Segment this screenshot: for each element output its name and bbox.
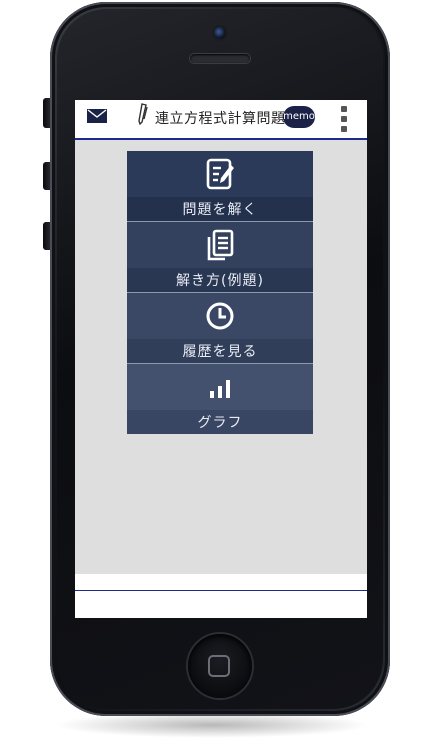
document-stack-icon	[207, 229, 234, 261]
pencil-icon	[138, 103, 148, 125]
app-header: 連立方程式計算問題 memo	[75, 100, 367, 140]
menu-item-graph[interactable]: グラフ	[127, 364, 313, 434]
app-title: 連立方程式計算問題	[155, 111, 286, 127]
edit-note-icon	[206, 158, 234, 190]
phone-screen: 連立方程式計算問題 memo 問題を解く 解き方(例題) 履歴を見る グラフ	[75, 100, 367, 618]
menu-item-how-to-solve[interactable]: 解き方(例題)	[127, 222, 313, 293]
canvas: 連立方程式計算問題 memo 問題を解く 解き方(例題) 履歴を見る グラフ	[0, 0, 422, 750]
mail-icon[interactable]	[87, 109, 107, 123]
menu-item-solve-problems[interactable]: 問題を解く	[127, 151, 313, 222]
bar-chart-icon	[210, 380, 230, 398]
menu-item-label: 解き方(例題)	[176, 273, 264, 289]
clock-icon	[206, 302, 234, 330]
more-menu-icon[interactable]	[339, 106, 349, 132]
earpiece-speaker	[190, 54, 250, 63]
menu-item-view-history[interactable]: 履歴を見る	[127, 293, 313, 364]
main-content: 問題を解く 解き方(例題) 履歴を見る グラフ	[75, 140, 367, 574]
menu-item-label: グラフ	[197, 415, 243, 431]
front-camera	[214, 27, 226, 39]
footer-bar	[75, 574, 367, 591]
menu-item-label: 履歴を見る	[182, 344, 258, 360]
main-menu: 問題を解く 解き方(例題) 履歴を見る グラフ	[127, 151, 313, 434]
menu-item-label: 問題を解く	[182, 202, 258, 218]
memo-button[interactable]: memo	[283, 106, 315, 128]
home-button-square-icon	[208, 655, 230, 677]
footer-area	[75, 591, 367, 618]
